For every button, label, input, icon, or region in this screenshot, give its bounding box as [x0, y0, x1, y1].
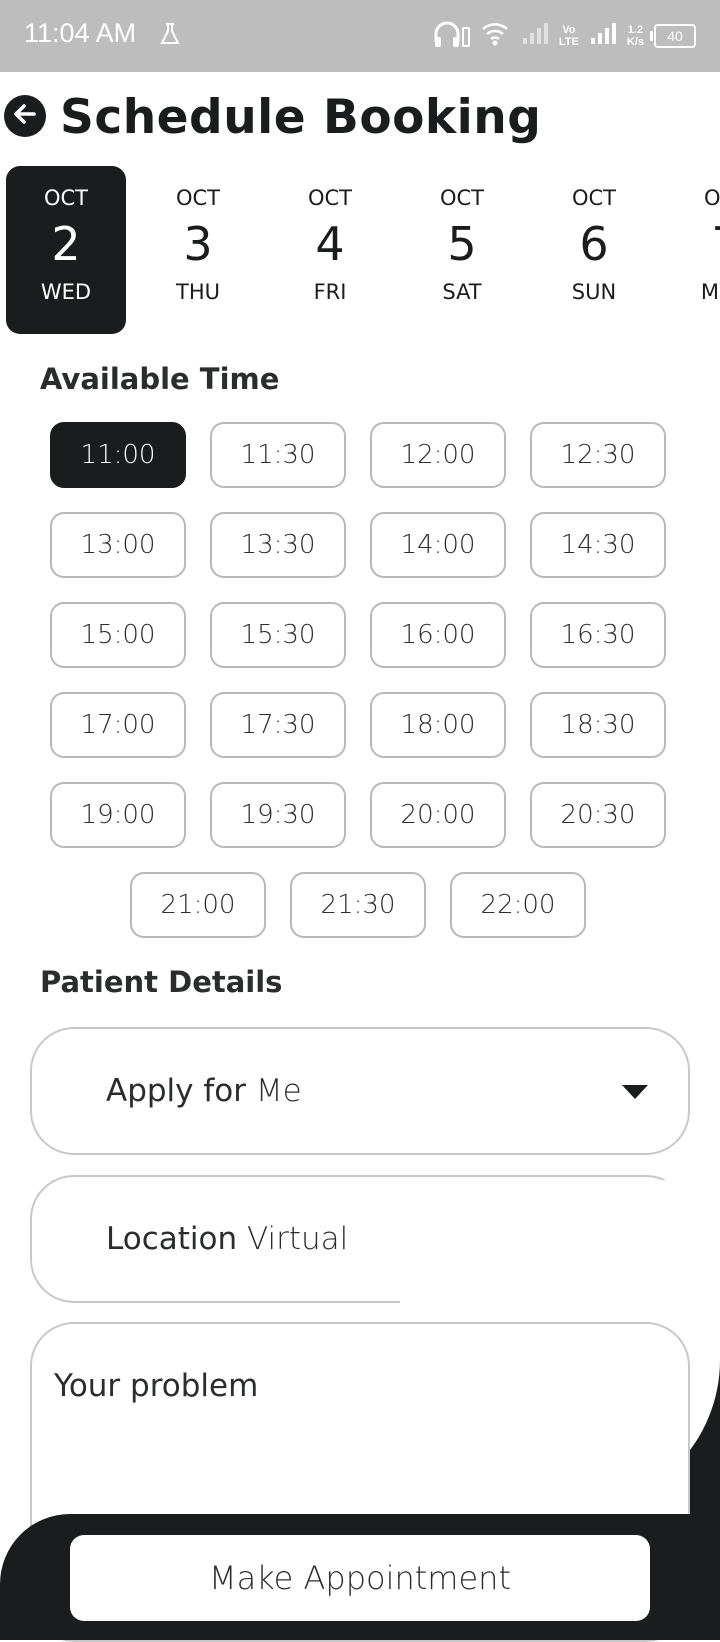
- available-time-label: Available Time: [40, 362, 280, 396]
- network-speed: 1.2 K/s: [626, 24, 644, 48]
- time-slot-1900[interactable]: 19:00: [50, 782, 186, 848]
- time-slot-2200[interactable]: 22:00: [450, 872, 586, 938]
- date-month: OCT: [703, 186, 720, 210]
- problem-placeholder: Your problem: [54, 1368, 259, 1404]
- date-weekday: SUN: [571, 280, 617, 304]
- make-appointment-button[interactable]: Make Appointment: [70, 1535, 650, 1621]
- date-weekday: THU: [176, 280, 220, 304]
- date-day: 3: [183, 217, 213, 271]
- flask-icon: [160, 22, 180, 51]
- back-button[interactable]: [4, 95, 46, 137]
- headphones-icon: [433, 20, 471, 53]
- time-slot-1500[interactable]: 15:00: [50, 602, 186, 668]
- date-item-oct-3[interactable]: OCT 3 THU: [138, 166, 258, 334]
- time-slot-1600[interactable]: 16:00: [370, 602, 506, 668]
- location-text: Location Virtual: [106, 1221, 348, 1257]
- time-slot-1230[interactable]: 12:30: [530, 422, 666, 488]
- time-slot-1430[interactable]: 14:30: [530, 512, 666, 578]
- volte-label: Vo LTE: [558, 24, 579, 48]
- time-slot-1300[interactable]: 13:00: [50, 512, 186, 578]
- status-bar: 11:04 AM Vo LTE 1.2 K/s 40: [0, 0, 720, 72]
- date-month: OCT: [439, 186, 485, 210]
- date-strip[interactable]: OCT 2 WED OCT 3 THU OCT 4 FRI OCT 5 SAT …: [6, 166, 720, 334]
- patient-details-label: Patient Details: [40, 965, 283, 999]
- location-value: Virtual: [246, 1221, 349, 1257]
- date-item-oct-7[interactable]: OCT 7 MON: [666, 166, 720, 334]
- location-label: Location: [106, 1221, 238, 1257]
- date-month: OCT: [307, 186, 353, 210]
- time-slot-1800[interactable]: 18:00: [370, 692, 506, 758]
- status-time: 11:04 AM: [24, 18, 137, 48]
- date-day: 4: [315, 217, 345, 271]
- arrow-left-icon: [12, 101, 38, 131]
- date-month: OCT: [175, 186, 221, 210]
- time-slot-1400[interactable]: 14:00: [370, 512, 506, 578]
- apply-for-text: Apply for Me: [106, 1073, 302, 1109]
- time-slot-1830[interactable]: 18:30: [530, 692, 666, 758]
- date-day: 5: [447, 217, 477, 271]
- apply-for-value: Me: [255, 1073, 302, 1109]
- apply-for-label: Apply for: [106, 1073, 246, 1109]
- date-month: OCT: [43, 186, 89, 210]
- date-item-oct-6[interactable]: OCT 6 SUN: [534, 166, 654, 334]
- time-slot-2130[interactable]: 21:30: [290, 872, 426, 938]
- time-slot-1200[interactable]: 12:00: [370, 422, 506, 488]
- date-weekday: MON: [700, 280, 720, 304]
- date-weekday: SAT: [442, 280, 482, 304]
- apply-for-select[interactable]: Apply for Me: [30, 1027, 690, 1155]
- date-item-oct-2[interactable]: OCT 2 WED: [6, 166, 126, 334]
- date-item-oct-5[interactable]: OCT 5 SAT: [402, 166, 522, 334]
- time-slot-2000[interactable]: 20:00: [370, 782, 506, 848]
- time-slot-1630[interactable]: 16:30: [530, 602, 666, 668]
- time-slot-2100[interactable]: 21:00: [130, 872, 266, 938]
- wifi-icon: [481, 21, 511, 52]
- date-day: 6: [579, 217, 609, 271]
- date-month: OCT: [571, 186, 617, 210]
- time-slot-1330[interactable]: 13:30: [210, 512, 346, 578]
- time-slot-1930[interactable]: 19:30: [210, 782, 346, 848]
- time-slot-1100[interactable]: 11:00: [50, 422, 186, 488]
- time-slot-1730[interactable]: 17:30: [210, 692, 346, 758]
- date-day: 7: [711, 216, 720, 272]
- page-title: Schedule Booking: [60, 90, 542, 145]
- time-slot-2030[interactable]: 20:30: [530, 782, 666, 848]
- date-item-oct-4[interactable]: OCT 4 FRI: [270, 166, 390, 334]
- date-weekday: FRI: [313, 280, 347, 304]
- date-weekday: WED: [40, 280, 92, 304]
- battery-icon: 40: [650, 24, 696, 48]
- signal-icon: [589, 22, 617, 51]
- time-slot-1700[interactable]: 17:00: [50, 692, 186, 758]
- time-slot-1530[interactable]: 15:30: [210, 602, 346, 668]
- header: Schedule Booking: [0, 88, 720, 148]
- date-day: 2: [51, 217, 81, 271]
- dropdown-caret-icon: [622, 1085, 648, 1099]
- signal-weak-icon: [521, 22, 549, 51]
- time-slot-1130[interactable]: 11:30: [210, 422, 346, 488]
